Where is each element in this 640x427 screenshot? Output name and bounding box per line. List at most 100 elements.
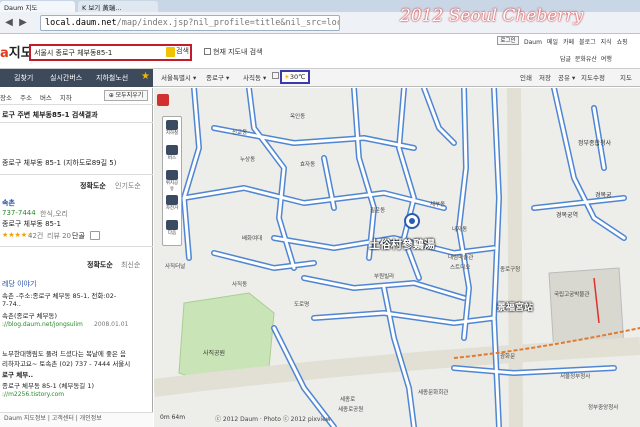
bus-icon: [166, 145, 178, 155]
browser-tab-second[interactable]: K 보기 黃瑞...: [78, 1, 158, 12]
map-label-26: 신교동: [232, 130, 248, 136]
location-share-tool[interactable]: 위치공유: [164, 170, 180, 192]
tab-place[interactable]: 장소: [0, 94, 12, 102]
daum-icon: [166, 220, 178, 230]
place-phone: 737-7444: [2, 209, 36, 217]
place-name-link[interactable]: 속촌: [2, 198, 15, 208]
result-address-link[interactable]: 종로구 체부동 85-1 (지하도로89길 5): [2, 158, 116, 168]
tab-directions[interactable]: 길찾기: [14, 73, 33, 83]
tab-bus[interactable]: 버스: [40, 94, 52, 102]
place-category: 한식,오리: [40, 210, 68, 218]
tab-realtime-bus[interactable]: 실시간버스: [50, 73, 82, 83]
login-button[interactable]: 로그인: [497, 36, 519, 45]
top-link-reply[interactable]: 답글: [560, 56, 571, 63]
url-host: local.daum.net: [45, 18, 117, 28]
region-select-dong[interactable]: 사직동 ▾: [243, 72, 266, 82]
map-scale-bar: 0m 64m: [160, 414, 186, 421]
map-label-19: 정부중앙청사: [588, 405, 619, 411]
top-link-travel[interactable]: 여행: [601, 56, 612, 63]
favorite-star-icon[interactable]: ★: [141, 71, 150, 82]
share-icon: [166, 170, 178, 180]
tab-subway-map[interactable]: 지하철노선: [96, 73, 128, 83]
tab-address[interactable]: 주소: [20, 94, 32, 102]
top-link-daum[interactable]: Daum: [524, 39, 542, 46]
current-map-search-checkbox[interactable]: [204, 48, 211, 55]
map-label-11: 부원빌라: [374, 274, 395, 280]
map-label-9: 사직공원: [203, 350, 226, 357]
map-label-16: 도로명: [294, 302, 310, 308]
top-link-cafe[interactable]: 카페: [563, 39, 574, 46]
bus-tool[interactable]: 버스: [164, 145, 180, 161]
daum-map-logo[interactable]: a지도: [0, 42, 33, 61]
map-label-7: 내자동: [452, 227, 468, 233]
poi-main-label[interactable]: 土俗村參鷄湯: [369, 236, 435, 252]
blog-post-url[interactable]: ://blog.daum.net/jongsulim: [2, 321, 83, 328]
forward-arrow-icon[interactable]: ▶: [17, 16, 29, 29]
place-address: 종로구 체부동 85-1: [2, 220, 61, 228]
blog-post-date: 2008.01.01: [94, 321, 129, 328]
subway-tool[interactable]: 지하철: [164, 120, 180, 136]
url-input[interactable]: local.daum.net/map/index.jsp?nil_profile…: [40, 15, 340, 31]
region-select-city[interactable]: 서울특별시 ▾: [161, 72, 196, 82]
daum-tool[interactable]: 다음: [164, 220, 180, 236]
map-label-8: 사직동: [232, 282, 248, 288]
save-button[interactable]: 저장: [539, 72, 551, 82]
poi-station-label[interactable]: 景福宮站: [497, 300, 533, 313]
tab-subway[interactable]: 지하: [60, 94, 72, 102]
edit-map-button[interactable]: 지도수정: [581, 72, 605, 82]
map-label-20: 경복궁: [595, 192, 612, 199]
search-keyboard-icon[interactable]: [166, 47, 175, 57]
divider: [0, 246, 153, 247]
clear-all-button[interactable]: ⊕ 모두지우기: [104, 90, 148, 101]
blog2-url[interactable]: ://m2256.tistory.com: [2, 391, 64, 398]
map-label-15: 종로구청: [500, 267, 521, 273]
share-button[interactable]: 공유 ▾: [558, 72, 575, 82]
current-map-search-label: 현재 지도내 검색: [213, 48, 263, 56]
result-type-tabs: 장소 주소 버스 지하: [0, 92, 80, 102]
red-zoom-icon[interactable]: [157, 94, 169, 106]
map-label-23: 세종로공원: [338, 407, 364, 413]
browser-tab-daum-map[interactable]: Daum 지도: [0, 1, 75, 12]
bicycle-tool[interactable]: 자전거: [164, 195, 180, 211]
top-link-mail[interactable]: 메일: [547, 39, 558, 46]
map-label-13: 대림미술관: [448, 255, 474, 261]
sort-accuracy-2[interactable]: 정확도순: [87, 260, 113, 270]
map-label-2: 경복궁역: [556, 212, 579, 219]
back-arrow-icon[interactable]: ◀: [3, 16, 15, 29]
map-type-button[interactable]: 지도: [620, 72, 632, 82]
top-links-secondary: 답글 문화유산 여행: [560, 54, 612, 63]
region-select-district[interactable]: 종로구 ▾: [206, 72, 229, 82]
blog2-address: 종로구 체부동 85-1 (체부동길 1): [2, 382, 95, 390]
blog-post-snippet-2: 7-74..: [2, 300, 21, 308]
weather-checkbox[interactable]: [272, 72, 279, 79]
sort-popularity[interactable]: 인기도순: [115, 181, 141, 191]
bookmark-icon[interactable]: [90, 231, 100, 240]
map-label-14: 배화여대: [242, 236, 263, 242]
blog-post-title[interactable]: 레당 이야기: [2, 279, 36, 289]
blog-post-snippet-3: 속촌(종로구 체부동): [2, 312, 57, 320]
result-title: 로구 주변 체부동85-1 검색결과: [2, 111, 98, 119]
print-button[interactable]: 인쇄: [520, 72, 532, 82]
map-label-21: 국립고궁박물관: [554, 292, 590, 298]
sort-latest[interactable]: 최신순: [121, 260, 140, 270]
map-label-10: 세종로: [340, 397, 356, 403]
top-link-blog[interactable]: 블로그: [579, 39, 596, 46]
map-label-25: 효자동: [300, 162, 316, 168]
weather-temperature[interactable]: ☀30℃: [280, 70, 310, 84]
search-button[interactable]: 검색: [176, 46, 200, 59]
temperature-value: 30℃: [289, 73, 306, 81]
top-link-knowledge[interactable]: 지식: [601, 39, 612, 46]
place-review-count[interactable]: 리뷰 20: [47, 231, 71, 241]
bicycle-icon: [166, 195, 178, 205]
url-path: /map/index.jsp?nil_profile=title&nil_src…: [116, 18, 340, 28]
place-rating-count[interactable]: 42건: [28, 231, 43, 241]
panel-footer[interactable]: Daum 지도정보 | 고객센터 | 개인정보: [0, 412, 153, 427]
top-link-heritage[interactable]: 문화유산: [575, 56, 597, 63]
map-label-5: 체부동: [430, 202, 446, 208]
blog2-snippet-1: 뇨부한대행림도 풀려 드셨다는 복날에 좋은 음: [2, 350, 126, 358]
map-label-4: 옥인동: [290, 114, 306, 120]
sort-accuracy-1[interactable]: 정확도순: [80, 181, 106, 191]
map-copyright: ⓒ 2012 Daum · Photo ⓒ 2012 pixview: [215, 416, 331, 423]
blog-post-snippet-1: 속촌 -주소:종로구 체부동 85-1, 전화:02-: [2, 292, 117, 300]
top-link-shopping[interactable]: 쇼핑: [617, 39, 628, 46]
